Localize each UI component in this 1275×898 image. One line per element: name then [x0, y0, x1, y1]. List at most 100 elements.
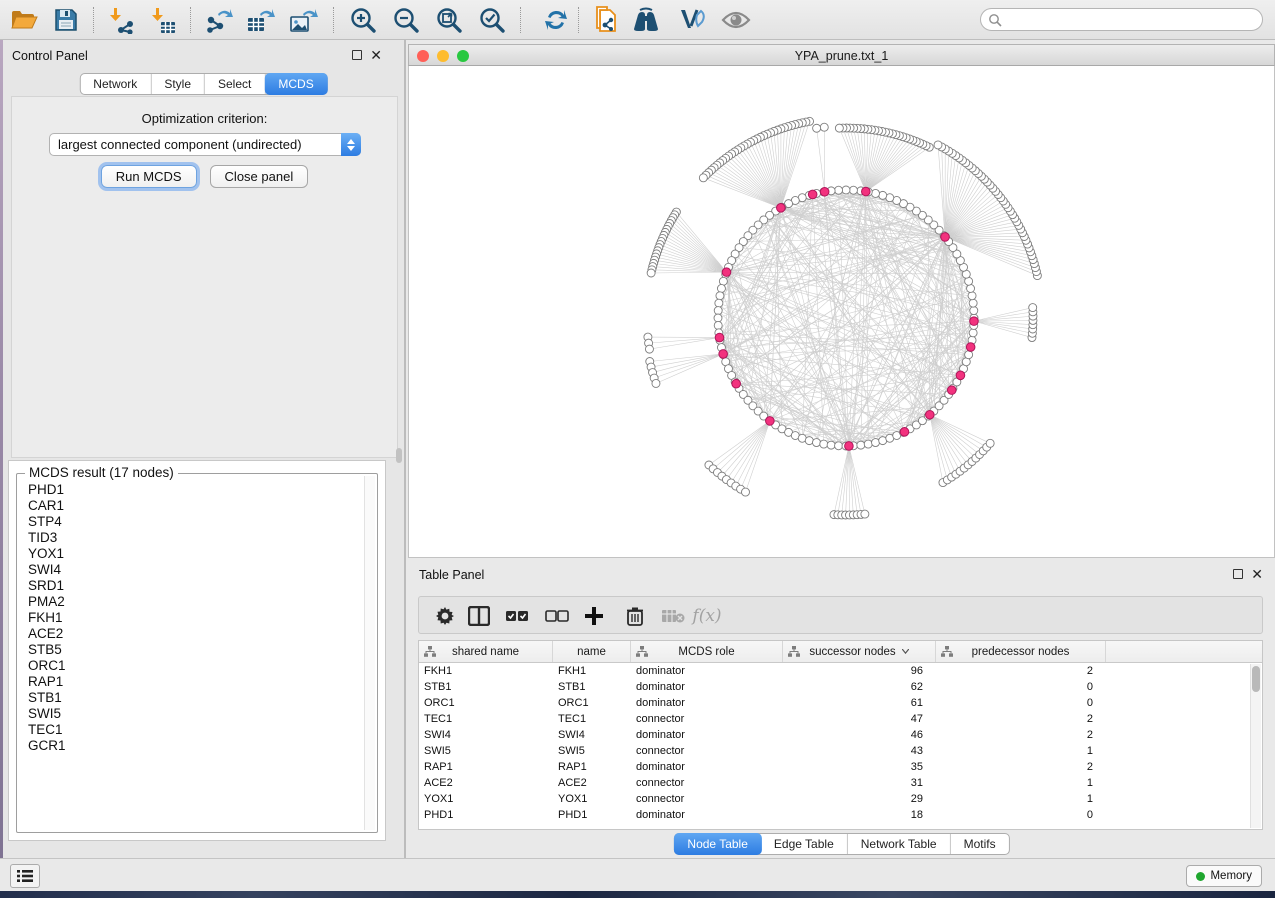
graph-hub-node[interactable]	[900, 428, 909, 437]
table-cell[interactable]: 31	[783, 777, 936, 789]
graph-node[interactable]	[827, 441, 835, 449]
table-cell[interactable]: dominator	[631, 665, 783, 677]
table-cell[interactable]: ACE2	[419, 777, 553, 789]
network-window-titlebar[interactable]: YPA_prune.txt_1	[408, 44, 1275, 66]
optimization-criterion-dropdown[interactable]: largest connected component (undirected)	[49, 133, 361, 156]
mcds-result-item[interactable]: PMA2	[19, 594, 363, 610]
graph-hub-node[interactable]	[719, 350, 728, 359]
open-session-icon[interactable]	[8, 5, 40, 35]
table-row[interactable]: FKH1FKH1dominator962	[419, 663, 1262, 679]
table-cell[interactable]: 46	[783, 729, 936, 741]
graph-hub-node[interactable]	[966, 343, 975, 352]
table-cell[interactable]: 1	[936, 777, 1106, 789]
table-settings-gear-icon[interactable]	[431, 603, 459, 629]
graph-hub-node[interactable]	[956, 371, 965, 380]
mcds-result-item[interactable]: SWI5	[19, 706, 363, 722]
graph-hub-node[interactable]	[722, 268, 731, 277]
table-cell[interactable]: connector	[631, 745, 783, 757]
graph-hub-node[interactable]	[970, 317, 979, 326]
mcds-result-item[interactable]: YOX1	[19, 546, 363, 562]
zoom-fit-icon[interactable]	[433, 5, 465, 35]
graph-node[interactable]	[714, 314, 722, 322]
mcds-result-item[interactable]: CAR1	[19, 498, 363, 514]
table-cell[interactable]: 1	[936, 793, 1106, 805]
memory-button[interactable]: Memory	[1186, 865, 1262, 887]
table-row[interactable]: TEC1TEC1connector472	[419, 711, 1262, 727]
network-canvas[interactable]	[408, 66, 1275, 558]
table-row[interactable]: ORC1ORC1dominator610	[419, 695, 1262, 711]
tab-network[interactable]: Network	[80, 74, 151, 94]
table-cell[interactable]: dominator	[631, 681, 783, 693]
table-cell[interactable]: 0	[936, 697, 1106, 709]
mcds-result-list[interactable]: PHD1CAR1STP4TID3YOX1SWI4SRD1PMA2FKH1ACE2…	[19, 482, 363, 830]
table-cell[interactable]: connector	[631, 713, 783, 725]
graph-node[interactable]	[857, 441, 865, 449]
tab-network-table[interactable]: Network Table	[848, 834, 951, 854]
graph-hub-node[interactable]	[926, 410, 935, 419]
table-cell[interactable]: 0	[936, 809, 1106, 821]
table-cell[interactable]: connector	[631, 777, 783, 789]
graph-node[interactable]	[872, 439, 880, 447]
graph-hub-node[interactable]	[715, 333, 724, 342]
table-cell[interactable]: connector	[631, 793, 783, 805]
graph-node[interactable]	[715, 299, 723, 307]
table-cell[interactable]: PHD1	[419, 809, 553, 821]
mcds-list-scrollbar[interactable]	[364, 476, 375, 830]
table-cell[interactable]: FKH1	[553, 665, 631, 677]
graph-node[interactable]	[716, 292, 724, 300]
graph-hub-node[interactable]	[820, 187, 829, 196]
graph-node[interactable]	[717, 284, 725, 292]
close-panel-button[interactable]: Close panel	[210, 165, 309, 188]
table-cell[interactable]: YOX1	[553, 793, 631, 805]
node-table-scrollbar[interactable]	[1250, 664, 1261, 828]
graph-node[interactable]	[864, 440, 872, 448]
table-cell[interactable]: SWI4	[553, 729, 631, 741]
column-header-shared-name[interactable]: shared name	[419, 641, 553, 662]
graph-hub-node[interactable]	[766, 417, 775, 426]
zoom-in-icon[interactable]	[347, 5, 379, 35]
table-cell[interactable]: SWI5	[553, 745, 631, 757]
mcds-result-item[interactable]: TID3	[19, 530, 363, 546]
table-cell[interactable]: dominator	[631, 809, 783, 821]
float-panel-icon[interactable]	[352, 50, 362, 60]
float-table-panel-icon[interactable]	[1233, 569, 1243, 579]
tab-mcds[interactable]: MCDS	[264, 73, 327, 95]
table-cell[interactable]: 29	[783, 793, 936, 805]
table-cell[interactable]: ACE2	[553, 777, 631, 789]
table-cell[interactable]: 2	[936, 665, 1106, 677]
column-header-MCDS-role[interactable]: MCDS role	[631, 641, 783, 662]
graph-node[interactable]	[714, 321, 722, 329]
tab-motifs[interactable]: Motifs	[951, 834, 1009, 854]
deselect-all-icon[interactable]	[543, 603, 571, 629]
graph-node[interactable]	[965, 351, 973, 359]
graph-node[interactable]	[647, 269, 655, 277]
zoom-out-icon[interactable]	[390, 5, 422, 35]
control-panel-scrollbar-thumb[interactable]	[396, 448, 402, 463]
export-image-icon[interactable]	[288, 5, 320, 35]
graph-node[interactable]	[969, 329, 977, 337]
table-cell[interactable]: dominator	[631, 729, 783, 741]
graph-hub-node[interactable]	[941, 233, 950, 242]
graph-node[interactable]	[835, 186, 843, 194]
select-all-icon[interactable]	[503, 603, 531, 629]
delete-trash-icon[interactable]	[621, 603, 649, 629]
table-cell[interactable]: 1	[936, 745, 1106, 757]
table-cell[interactable]: 61	[783, 697, 936, 709]
graph-node[interactable]	[842, 186, 850, 194]
mcds-result-item[interactable]: FKH1	[19, 610, 363, 626]
table-cell[interactable]: 62	[783, 681, 936, 693]
tab-style[interactable]: Style	[151, 74, 205, 94]
graph-node[interactable]	[805, 437, 813, 445]
graph-node[interactable]	[986, 439, 994, 447]
add-plus-icon[interactable]	[580, 603, 608, 629]
table-cell[interactable]: 47	[783, 713, 936, 725]
export-network-icon[interactable]	[203, 5, 235, 35]
table-row[interactable]: YOX1YOX1connector291	[419, 791, 1262, 807]
table-cell[interactable]: PHD1	[553, 809, 631, 821]
table-row[interactable]: ACE2ACE2connector311	[419, 775, 1262, 791]
close-table-panel-icon[interactable]: ✕	[1251, 569, 1263, 579]
table-row[interactable]: SWI5SWI5connector431	[419, 743, 1262, 759]
graph-node[interactable]	[970, 307, 978, 315]
close-panel-icon[interactable]: ✕	[370, 50, 382, 60]
table-cell[interactable]: 43	[783, 745, 936, 757]
